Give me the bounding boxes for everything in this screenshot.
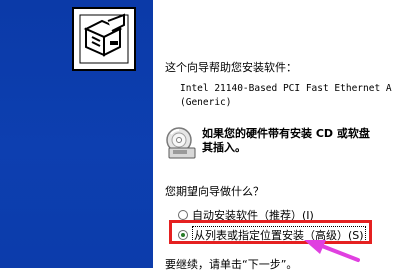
next-hint-text: 要继续，请单击“下一步”。 bbox=[165, 258, 298, 271]
radio-button-icon[interactable] bbox=[178, 210, 188, 220]
disk-prompt-line2: 其插入。 bbox=[202, 141, 246, 154]
disk-prompt: 如果您的硬件带有安装 CD 或软盘 其插入。 bbox=[202, 127, 370, 155]
device-name: Intel 21140-Based PCI Fast Ethernet A (G… bbox=[180, 82, 392, 110]
intro-text: 这个向导帮助您安装软件： bbox=[165, 61, 297, 74]
hardware-install-icon bbox=[72, 7, 136, 71]
question-text: 您期望向导做什么？ bbox=[165, 185, 264, 198]
pointer-arrow-icon bbox=[304, 240, 360, 262]
device-name-line2: (Generic) bbox=[180, 97, 232, 108]
wizard-banner bbox=[0, 0, 153, 268]
device-name-line1: Intel 21140-Based PCI Fast Ethernet A bbox=[180, 83, 392, 94]
cd-disk-icon bbox=[166, 127, 196, 159]
disk-prompt-line1: 如果您的硬件带有安装 CD 或软盘 bbox=[202, 127, 370, 140]
